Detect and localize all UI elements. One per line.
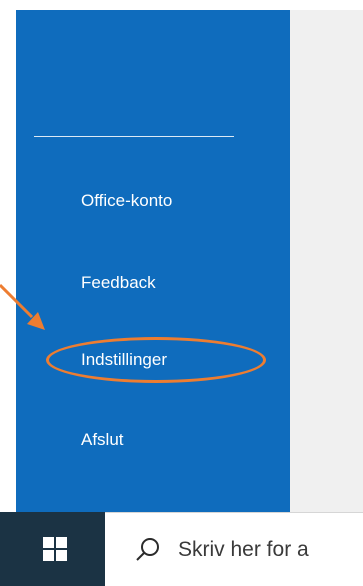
content-area	[290, 10, 363, 512]
pointer-arrow-icon	[0, 283, 45, 330]
windows-logo-icon	[43, 537, 67, 561]
search-icon	[136, 538, 159, 561]
menu-item-exit[interactable]: Afslut	[81, 429, 124, 451]
menu-divider	[34, 136, 234, 137]
taskbar-search-box[interactable]: Skriv her for a	[105, 512, 363, 586]
menu-item-settings[interactable]: Indstillinger	[81, 349, 167, 371]
menu-item-feedback[interactable]: Feedback	[81, 272, 156, 294]
search-placeholder: Skriv her for a	[178, 538, 309, 561]
start-button[interactable]	[0, 512, 105, 586]
menu-item-office-account[interactable]: Office-konto	[81, 190, 172, 212]
taskbar: Skriv her for a	[0, 512, 363, 586]
backstage-panel	[16, 10, 290, 512]
